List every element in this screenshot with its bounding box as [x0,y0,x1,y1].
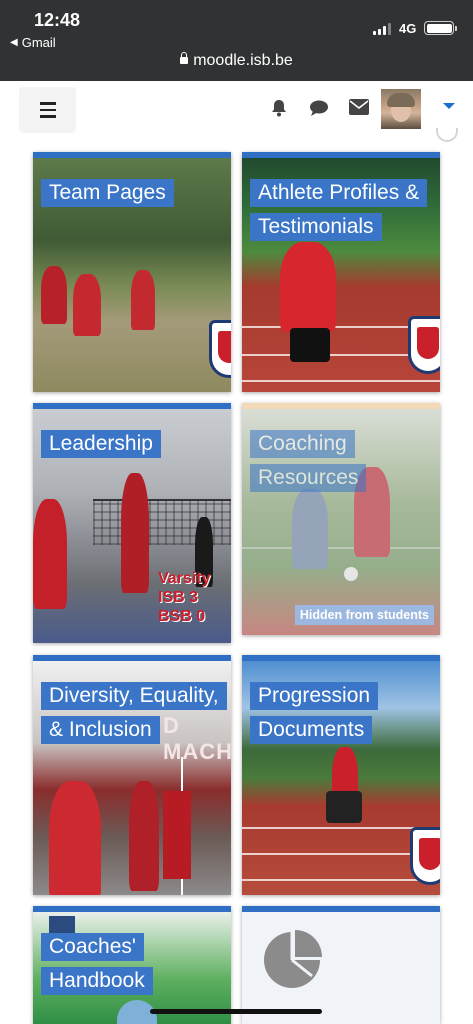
tile-title: Diversity, Equality, & Inclusion [41,679,227,747]
caret-down-icon[interactable] [443,103,455,109]
lock-icon [180,52,189,64]
status-time: 12:48 [34,10,81,30]
tile-title: Team Pages [41,176,223,210]
hamburger-icon [39,102,56,105]
chat-icon[interactable] [309,99,329,117]
tile-progression-documents[interactable]: Progression Documents [242,655,440,895]
hidden-from-students-badge: Hidden from students [294,605,434,625]
tile-title: Coaching Resources [250,427,432,495]
back-to-app-link[interactable]: ◀ Gmail [10,35,56,50]
url-text: moodle.isb.be [193,52,293,69]
top-navbar [0,81,473,141]
network-type: 4G [399,21,417,36]
tile-statistics[interactable] [242,906,440,1024]
menu-button[interactable] [19,87,76,133]
tile-title: Coaches' Handbook [41,930,223,998]
tile-athlete-profiles[interactable]: Athlete Profiles & Testimonials [242,152,440,392]
user-avatar[interactable] [381,89,421,129]
tile-team-pages[interactable]: Team Pages [33,152,231,392]
battery-icon [424,21,457,35]
signal-icon [373,23,391,35]
tile-title: Leadership [41,427,223,461]
bell-icon[interactable] [270,99,288,117]
tile-leadership[interactable]: Varsity ISB 3 BSB 0 Leadership [33,403,231,643]
tile-title: Athlete Profiles & Testimonials [250,176,432,244]
raiders-crest-icon [209,320,231,378]
tile-diversity-equality-inclusion[interactable]: D MACH Diversity, Equality, & Inclusion [33,655,231,895]
tile-coaches-handbook[interactable]: Coaches' Handbook [33,906,231,1024]
back-app-label: Gmail [21,35,56,50]
tile-title: Progression Documents [250,679,432,747]
envelope-icon[interactable] [349,99,369,115]
home-indicator[interactable] [150,1009,322,1014]
pie-chart-icon [264,930,322,988]
tile-coaching-resources[interactable]: Coaching Resources Hidden from students [242,403,440,635]
url-bar[interactable]: moodle.isb.be [0,52,473,70]
raiders-crest-icon [410,827,440,885]
back-arrow-icon: ◀ [10,37,18,48]
raiders-crest-icon [408,316,440,374]
scoreboard-overlay: Varsity ISB 3 BSB 0 [158,570,211,625]
status-bar: 12:48 ◀ Gmail 4G moodle.isb.be [0,0,473,81]
